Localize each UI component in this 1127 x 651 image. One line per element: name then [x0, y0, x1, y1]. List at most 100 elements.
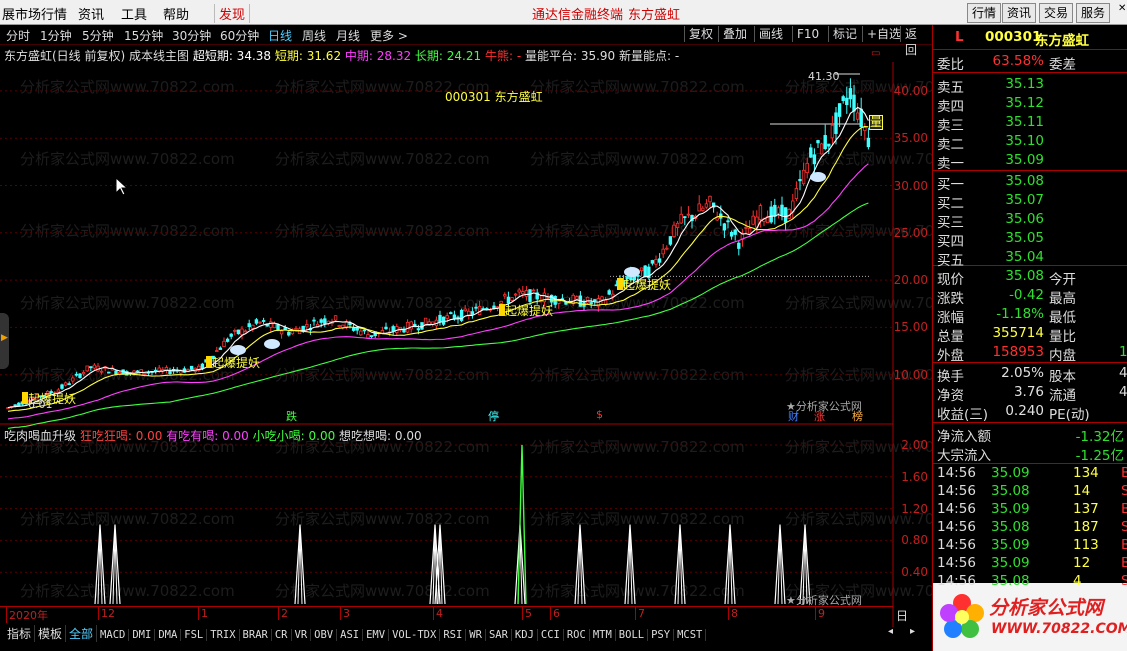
tick-d: B: [1121, 537, 1127, 553]
period-more[interactable]: 更多 >: [370, 27, 408, 44]
period-15min[interactable]: 15分钟: [124, 27, 163, 44]
tick-row: 14:56 35.09 134 B: [933, 465, 1127, 484]
indicator-tab-vol-tdx[interactable]: VOL-TDX: [389, 629, 441, 641]
draw-button[interactable]: 画线: [754, 26, 787, 42]
candle-body: [279, 330, 284, 335]
indicator-tab-dma[interactable]: DMA: [155, 629, 182, 641]
period-tick[interactable]: 分时: [6, 27, 30, 44]
indicator-tab-kdj[interactable]: KDJ: [512, 629, 538, 641]
period-60min[interactable]: 60分钟: [220, 27, 259, 44]
candle-body: [780, 204, 784, 216]
candle-body: [215, 350, 219, 352]
candle-body: [773, 204, 777, 217]
indicator-tab-cr[interactable]: CR: [272, 629, 292, 641]
candle-body: [812, 154, 817, 165]
period-30min[interactable]: 30分钟: [172, 27, 211, 44]
candle-body: [470, 311, 475, 315]
quote-row: 现价 35.08 今开: [933, 267, 1127, 288]
fund-extra: 4: [1119, 384, 1127, 400]
indicator-tab-rsi[interactable]: RSI: [440, 629, 467, 641]
period-daily[interactable]: 日线: [268, 27, 292, 44]
sub-indicator-name: 吃肉喝血升级: [4, 429, 77, 443]
quote-row-label: 涨幅: [937, 310, 964, 326]
period-monthly[interactable]: 月线: [336, 27, 360, 44]
candle-body: [866, 137, 871, 148]
indicator-tab-psy[interactable]: PSY: [648, 629, 675, 641]
indicator-tab-macd[interactable]: MACD: [97, 629, 130, 641]
candle-body: [258, 321, 262, 324]
candle-body: [672, 224, 676, 237]
side-panel-toggle[interactable]: ▶: [0, 313, 9, 369]
candle-body: [650, 260, 655, 264]
candle-body: [593, 299, 597, 302]
tick-t: 14:56: [937, 501, 976, 517]
back-button[interactable]: 返回: [900, 26, 932, 57]
menu-market[interactable]: 展市场行情: [2, 4, 67, 23]
candle-body: [600, 296, 604, 301]
period-weekly[interactable]: 周线: [302, 27, 326, 44]
indicator-tab-fsl[interactable]: FSL: [181, 629, 208, 641]
quote-button[interactable]: 行情: [967, 3, 1002, 23]
period-5min[interactable]: 5分钟: [82, 27, 114, 44]
candle-body: [305, 324, 309, 328]
scroll-right-icon[interactable]: ▸: [910, 626, 915, 637]
service-button[interactable]: 服务: [1076, 3, 1111, 23]
candle-body: [351, 327, 356, 331]
menu-news[interactable]: 资讯: [78, 4, 104, 23]
indicator-tab-roc[interactable]: ROC: [564, 629, 590, 641]
news-button[interactable]: 资讯: [1002, 3, 1037, 23]
bid-row-value: 35.07: [1005, 192, 1044, 208]
indicator-tab-mcst[interactable]: MCST: [674, 629, 707, 641]
indicator-tab-cci[interactable]: CCI: [538, 629, 564, 641]
candle-body: [715, 217, 719, 221]
overlay-button[interactable]: 叠加: [718, 26, 751, 42]
indicator-tab-全部[interactable]: 全部: [66, 625, 98, 642]
scroll-left-icon[interactable]: ◂: [888, 626, 893, 637]
candle-body: [783, 207, 788, 223]
menu-tools[interactable]: 工具: [121, 4, 147, 23]
period-1min[interactable]: 1分钟: [40, 27, 72, 44]
tick-p: 35.09: [991, 465, 1030, 481]
indicator-tab-mtm[interactable]: MTM: [590, 629, 616, 641]
sub-indicator-1: 有吃有喝: 0.00: [162, 429, 249, 443]
candle-body: [445, 315, 449, 319]
indicator-tab-obv[interactable]: OBV: [311, 629, 338, 641]
kline-chart[interactable]: 分析家公式网www.70822.com 分析家公式网www.70822.com 分析…: [0, 62, 932, 627]
watermark-text: 分析家公式网www.70822.com: [20, 582, 235, 600]
indicator-tab-sar[interactable]: SAR: [486, 629, 512, 641]
indicator-tab-emv[interactable]: EMV: [363, 629, 390, 641]
indicator-tab-asi[interactable]: ASI: [337, 629, 364, 641]
mark-button[interactable]: 标记: [828, 26, 861, 42]
indicator-tab-boll[interactable]: BOLL: [616, 629, 649, 641]
menu-help[interactable]: 帮助: [163, 4, 189, 23]
flow-row-label: 大宗流入: [937, 448, 991, 464]
indicator-tab-brar[interactable]: BRAR: [240, 629, 272, 641]
quote-row-label2: 最低: [1049, 310, 1076, 326]
candle-body: [366, 334, 370, 339]
menu-discover[interactable]: 发现: [214, 4, 251, 23]
candle-body: [287, 331, 291, 336]
candle-body: [521, 291, 525, 295]
adjust-button[interactable]: 复权: [684, 26, 717, 42]
candle-body: [225, 338, 230, 342]
trade-button[interactable]: 交易: [1039, 3, 1074, 23]
f10-button[interactable]: F10: [792, 26, 823, 42]
indicator-tab-vr[interactable]: VR: [292, 629, 312, 641]
quote-row-label: 外盘: [937, 348, 964, 364]
indicator-tab-指标[interactable]: 指标: [4, 625, 36, 642]
bid-row-value: 35.04: [1005, 249, 1044, 265]
watermark-text: 分析家公式网www.70822.com: [20, 294, 235, 312]
add-watchlist-button[interactable]: +自选: [862, 26, 905, 42]
indicator-tab-wr[interactable]: WR: [466, 629, 486, 641]
close-icon[interactable]: ✕: [1118, 3, 1126, 14]
candle-body: [675, 222, 680, 228]
indicator-tab-模板[interactable]: 模板: [35, 625, 67, 642]
sub-indicator-line: 吃肉喝血升级 狂吃狂喝: 0.00 有吃有喝: 0.00 小吃小喝: 0.00 …: [4, 427, 422, 444]
weibi-value: 63.58%: [992, 53, 1044, 69]
candle-body: [312, 319, 316, 322]
indicator-tab-trix[interactable]: TRIX: [207, 629, 240, 641]
fund-extra: 4: [1119, 365, 1127, 381]
chart-corner-icon[interactable]: ▭: [871, 48, 880, 59]
candle-body: [17, 402, 21, 407]
indicator-tab-dmi[interactable]: DMI: [129, 629, 156, 641]
